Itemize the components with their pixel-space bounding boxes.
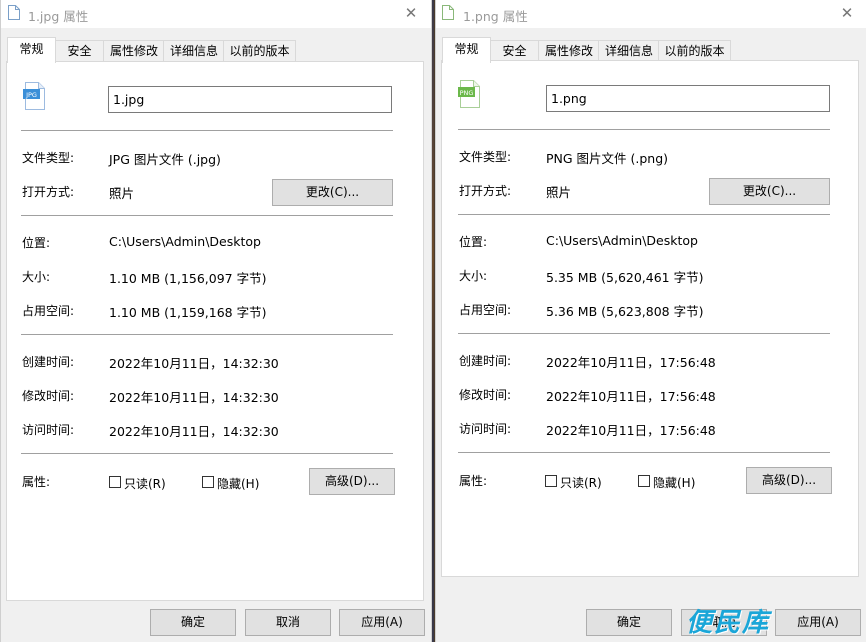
properties-dialog-png: 1.png 属性 ✕ 常规 安全 属性修改 详细信息 以前的版本 PNG 1.p… — [435, 0, 866, 642]
separator — [21, 453, 393, 454]
accessed-value: 2022年10月11日，17:56:48 — [546, 423, 716, 438]
tab-details[interactable]: 详细信息 — [163, 40, 225, 61]
general-panel: JPG 1.jpg 文件类型: JPG 图片文件 (.jpg) 打开方式: 照片… — [6, 61, 424, 601]
file-type-label: 文件类型: — [22, 151, 75, 165]
open-with-label: 打开方式: — [22, 185, 75, 199]
apply-button[interactable]: 应用(A) — [339, 609, 425, 636]
tab-attribute-modify[interactable]: 属性修改 — [103, 40, 165, 61]
created-value: 2022年10月11日，17:56:48 — [546, 355, 716, 370]
window-title: 1.jpg 属性 — [28, 9, 89, 24]
attributes-label: 属性: — [459, 474, 488, 488]
size-on-disk-value: 5.36 MB (5,623,808 字节) — [546, 304, 704, 319]
tab-general[interactable]: 常规 — [7, 37, 56, 63]
jpg-file-icon: JPG — [23, 82, 45, 110]
title-bar[interactable]: 1.png 属性 ✕ — [436, 0, 866, 28]
close-icon[interactable]: ✕ — [835, 2, 859, 24]
tab-security[interactable]: 安全 — [54, 40, 105, 61]
separator — [21, 215, 393, 216]
modified-value: 2022年10月11日，17:56:48 — [546, 389, 716, 404]
hidden-checkbox[interactable] — [202, 476, 214, 488]
location-value: C:\Users\Admin\Desktop — [546, 233, 698, 248]
tab-previous-versions[interactable]: 以前的版本 — [658, 40, 731, 61]
created-label: 创建时间: — [459, 354, 512, 368]
accessed-label: 访问时间: — [459, 422, 512, 436]
ok-button[interactable]: 确定 — [586, 609, 672, 636]
accessed-label: 访问时间: — [22, 423, 75, 437]
separator — [458, 333, 830, 334]
separator — [458, 129, 830, 130]
file-type-label: 文件类型: — [459, 150, 512, 164]
svg-text:JPG: JPG — [25, 91, 37, 99]
size-on-disk-value: 1.10 MB (1,159,168 字节) — [109, 305, 267, 320]
cancel-button[interactable]: 取消 — [245, 609, 331, 636]
open-with-value: 照片 — [546, 185, 572, 200]
properties-dialog-jpg: 1.jpg 属性 ✕ 常规 安全 属性修改 详细信息 以前的版本 JPG 1.j… — [0, 0, 432, 642]
size-value: 5.35 MB (5,620,461 字节) — [546, 270, 704, 285]
separator — [21, 130, 393, 131]
advanced-button[interactable]: 高级(D)... — [309, 468, 395, 495]
size-value: 1.10 MB (1,156,097 字节) — [109, 271, 267, 286]
tab-previous-versions[interactable]: 以前的版本 — [223, 40, 296, 61]
tab-general[interactable]: 常规 — [442, 37, 491, 63]
title-bar[interactable]: 1.jpg 属性 ✕ — [1, 0, 431, 28]
modified-label: 修改时间: — [22, 389, 75, 403]
accessed-value: 2022年10月11日，14:32:30 — [109, 424, 279, 439]
close-icon[interactable]: ✕ — [399, 2, 423, 24]
separator — [458, 214, 830, 215]
size-on-disk-label: 占用空间: — [22, 304, 75, 318]
general-panel: PNG 1.png 文件类型: PNG 图片文件 (.png) 打开方式: 照片… — [441, 60, 859, 577]
open-with-label: 打开方式: — [459, 184, 512, 198]
readonly-checkbox[interactable] — [109, 476, 121, 488]
ok-button[interactable]: 确定 — [150, 609, 236, 636]
size-label: 大小: — [22, 270, 51, 284]
filename-input[interactable]: 1.jpg — [108, 86, 392, 113]
file-icon — [442, 5, 454, 20]
png-file-icon: PNG — [458, 80, 480, 108]
file-icon — [8, 5, 20, 20]
open-with-value: 照片 — [109, 186, 135, 201]
apply-button[interactable]: 应用(A) — [775, 609, 861, 636]
change-button[interactable]: 更改(C)... — [709, 178, 830, 205]
readonly-label[interactable]: 只读(R) — [124, 475, 166, 492]
attributes-label: 属性: — [22, 475, 51, 489]
readonly-checkbox[interactable] — [545, 475, 557, 487]
location-label: 位置: — [459, 235, 488, 249]
filename-input[interactable]: 1.png — [546, 85, 830, 112]
hidden-label[interactable]: 隐藏(H) — [653, 474, 695, 491]
created-label: 创建时间: — [22, 355, 75, 369]
location-label: 位置: — [22, 236, 51, 250]
tab-security[interactable]: 安全 — [489, 40, 540, 61]
watermark-logo: 便民库 — [686, 608, 771, 638]
size-label: 大小: — [459, 269, 488, 283]
hidden-checkbox[interactable] — [638, 475, 650, 487]
file-type-value: JPG 图片文件 (.jpg) — [109, 152, 221, 167]
hidden-label[interactable]: 隐藏(H) — [217, 475, 259, 492]
file-type-value: PNG 图片文件 (.png) — [546, 151, 669, 166]
readonly-label[interactable]: 只读(R) — [560, 474, 602, 491]
modified-label: 修改时间: — [459, 388, 512, 402]
separator — [458, 452, 830, 453]
modified-value: 2022年10月11日，14:32:30 — [109, 390, 279, 405]
svg-text:PNG: PNG — [460, 89, 474, 97]
created-value: 2022年10月11日，14:32:30 — [109, 356, 279, 371]
separator — [21, 334, 393, 335]
advanced-button[interactable]: 高级(D)... — [746, 467, 832, 494]
change-button[interactable]: 更改(C)... — [272, 179, 393, 206]
window-title: 1.png 属性 — [463, 9, 528, 24]
size-on-disk-label: 占用空间: — [459, 303, 512, 317]
tab-attribute-modify[interactable]: 属性修改 — [538, 40, 600, 61]
location-value: C:\Users\Admin\Desktop — [109, 234, 261, 249]
tab-details[interactable]: 详细信息 — [598, 40, 660, 61]
